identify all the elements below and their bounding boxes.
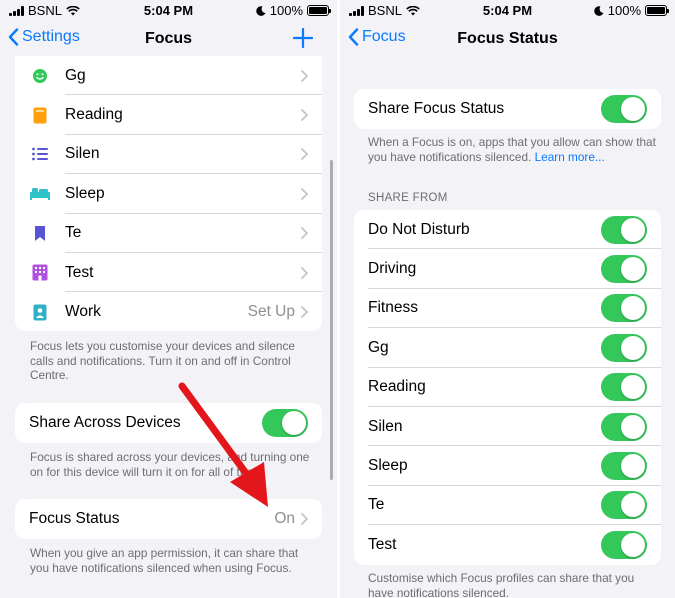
list-icon	[15, 147, 65, 161]
focus-item-4[interactable]: Te	[15, 214, 322, 253]
status-right: 100%	[256, 3, 331, 18]
chevron-right-icon	[301, 227, 308, 240]
share-from-toggle[interactable]	[601, 452, 647, 481]
chevron-right-icon	[301, 266, 308, 279]
share-from-label: Reading	[368, 378, 426, 396]
share-from-item-8[interactable]: Test	[354, 525, 661, 564]
chevron-right-icon	[301, 148, 308, 161]
annotation-arrow-icon	[178, 382, 268, 507]
share-focus-status-card: Share Focus Status	[354, 89, 661, 129]
navigation-bar: Settings Focus	[0, 22, 337, 58]
share-from-toggle[interactable]	[601, 333, 647, 362]
page-title: Focus Status	[457, 30, 558, 47]
focus-item-label: Test	[65, 263, 94, 281]
battery-percent: 100%	[607, 3, 641, 18]
share-focus-status-toggle[interactable]	[601, 95, 647, 123]
share-from-item-5[interactable]: Silen	[354, 407, 661, 447]
share-note-text: When a Focus is on, apps that you allow …	[368, 135, 656, 164]
share-from-label: Driving	[368, 260, 417, 278]
plus-icon	[292, 27, 314, 49]
share-from-item-6[interactable]: Sleep	[354, 446, 661, 486]
share-from-label: Silen	[368, 417, 403, 435]
book-icon	[15, 107, 65, 124]
focus-item-label: Work	[65, 303, 101, 321]
share-from-label: Do Not Disturb	[368, 220, 470, 238]
smiley-icon	[15, 68, 65, 84]
chevron-right-icon	[301, 109, 308, 121]
status-bar: BSNL 5:04 PM 100%	[0, 0, 337, 22]
share-from-label: Gg	[368, 338, 389, 356]
focus-item-3[interactable]: Sleep	[15, 174, 322, 214]
share-from-toggle[interactable]	[601, 373, 647, 402]
bed-icon	[15, 187, 65, 201]
moon-icon	[256, 5, 266, 16]
focus-list: Gg Reading Silen Sleep Te Test Work Set Up	[15, 56, 322, 331]
status-bar: BSNL 5:04 PM 100%	[340, 0, 675, 22]
share-from-item-0[interactable]: Do Not Disturb	[354, 210, 661, 250]
share-from-item-3[interactable]: Gg	[354, 328, 661, 368]
add-focus-button[interactable]	[292, 27, 314, 53]
learn-more-link[interactable]: Learn more...	[535, 150, 605, 164]
scrollbar[interactable]	[330, 160, 333, 480]
share-from-toggle[interactable]	[601, 412, 647, 441]
share-from-label: Fitness	[368, 299, 418, 317]
share-from-label: Te	[368, 496, 385, 514]
focus-item-2[interactable]: Silen	[15, 135, 322, 175]
chevron-right-icon	[301, 513, 308, 525]
share-from-toggle[interactable]	[601, 491, 647, 520]
share-focus-status-label: Share Focus Status	[368, 100, 505, 117]
focus-item-5[interactable]: Test	[15, 253, 322, 293]
focus-description: Focus lets you customise your devices an…	[30, 339, 295, 382]
badge-icon	[15, 304, 65, 321]
building-icon	[15, 264, 65, 281]
share-from-toggle[interactable]	[601, 530, 647, 559]
share-from-label: Sleep	[368, 457, 408, 475]
bookmark-icon	[15, 225, 65, 242]
share-from-item-4[interactable]: Reading	[354, 368, 661, 407]
chevron-right-icon	[301, 187, 308, 200]
battery-icon	[307, 5, 331, 16]
status-right: 100%	[594, 3, 669, 18]
focus-item-0[interactable]: Gg	[15, 56, 322, 96]
share-focus-status-description: When a Focus is on, apps that you allow …	[368, 135, 658, 164]
share-from-description: Customise which Focus profiles can share…	[368, 571, 635, 598]
focus-item-6[interactable]: Work Set Up	[15, 292, 322, 331]
share-from-toggle[interactable]	[601, 215, 647, 244]
focus-item-label: Reading	[65, 106, 123, 124]
share-focus-status-row[interactable]: Share Focus Status	[354, 89, 661, 129]
chevron-right-icon	[301, 69, 308, 82]
moon-icon	[594, 5, 604, 16]
focus-item-label: Sleep	[65, 184, 105, 202]
focus-item-label: Silen	[65, 145, 100, 163]
share-from-header: SHARE FROM	[368, 192, 448, 204]
share-from-toggle[interactable]	[601, 255, 647, 284]
page-title: Focus	[144, 30, 193, 47]
focus-item-1[interactable]: Reading	[15, 95, 322, 135]
share-from-list: Do Not Disturb Driving Fitness Gg Reading Sil…	[354, 210, 661, 565]
focus-status-description: When you give an app permission, it can …	[30, 546, 299, 575]
focus-settings-screen: BSNL 5:04 PM 100% Settings Focus Gg Readi…	[0, 0, 337, 598]
navigation-bar: Focus Focus Status	[340, 22, 675, 58]
focus-status-screen: BSNL 5:04 PM 100% Focus Focus Status Sha…	[340, 0, 675, 598]
battery-icon	[645, 5, 669, 16]
battery-percent: 100%	[269, 3, 303, 18]
share-from-label: Test	[368, 535, 397, 553]
share-from-item-2[interactable]: Fitness	[354, 289, 661, 329]
focus-item-label: Gg	[65, 66, 86, 84]
focus-item-value: Set Up	[247, 303, 295, 321]
focus-item-label: Te	[65, 224, 82, 242]
share-from-toggle[interactable]	[601, 294, 647, 323]
share-from-item-1[interactable]: Driving	[354, 249, 661, 289]
chevron-right-icon	[301, 306, 308, 318]
share-from-item-7[interactable]: Te	[354, 486, 661, 526]
